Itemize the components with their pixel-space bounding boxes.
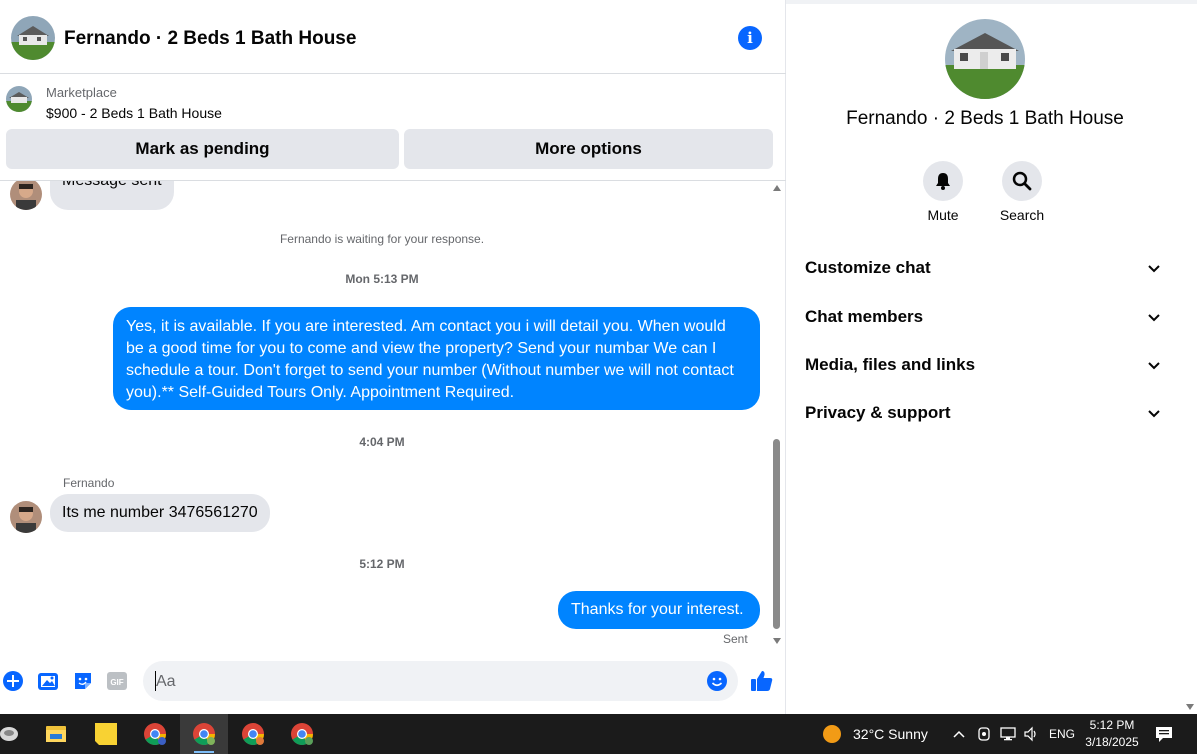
scroll-up-arrow[interactable] bbox=[773, 185, 781, 191]
chrome-icon[interactable] bbox=[229, 714, 277, 754]
photo-icon[interactable] bbox=[37, 670, 59, 692]
message-bubble-incoming[interactable]: Message sent bbox=[50, 181, 174, 210]
message-bubble-incoming[interactable]: Its me number 3476561270 bbox=[50, 494, 270, 532]
chrome-icon[interactable] bbox=[180, 714, 228, 754]
waiting-note: Fernando is waiting for your response. bbox=[279, 232, 485, 246]
emoji-icon[interactable] bbox=[706, 670, 728, 692]
search-label: Search bbox=[999, 207, 1045, 223]
house-avatar-large[interactable] bbox=[945, 19, 1025, 99]
message-text: Its me number 3476561270 bbox=[62, 504, 258, 521]
start-icon[interactable] bbox=[0, 714, 30, 754]
house-avatar[interactable] bbox=[11, 16, 55, 60]
clock-date: 3/18/2025 bbox=[1085, 735, 1139, 749]
chrome-icon[interactable] bbox=[278, 714, 326, 754]
chevron-down-icon bbox=[1148, 265, 1160, 273]
section-media-files-links[interactable]: Media, files and links bbox=[805, 355, 1165, 385]
mute-button[interactable] bbox=[923, 161, 963, 201]
listing-title[interactable]: $900 - 2 Beds 1 Bath House bbox=[46, 105, 222, 121]
message-list: Message sent Fernando is waiting for you… bbox=[0, 181, 770, 648]
message-scrollbar[interactable] bbox=[770, 181, 784, 648]
clock-time: 5:12 PM bbox=[1089, 718, 1135, 732]
message-bubble-outgoing[interactable]: Yes, it is available. If you are interes… bbox=[113, 307, 760, 410]
section-label: Chat members bbox=[805, 307, 924, 326]
svg-text:GIF: GIF bbox=[110, 678, 123, 687]
weather-text[interactable]: 32°C Sunny bbox=[853, 726, 928, 742]
scroll-down-arrow[interactable] bbox=[773, 638, 781, 644]
sender-name: Fernando bbox=[63, 476, 115, 490]
message-text: Thanks for your interest. bbox=[571, 601, 744, 618]
search-icon bbox=[1012, 171, 1032, 191]
chevron-down-icon bbox=[1148, 410, 1160, 418]
sender-avatar[interactable] bbox=[10, 181, 42, 210]
thumbs-up-icon[interactable] bbox=[749, 668, 775, 694]
gif-icon[interactable]: GIF bbox=[106, 670, 128, 692]
chat-title[interactable]: Fernando · 2 Beds 1 Bath House bbox=[64, 28, 356, 50]
composer: GIF Aa bbox=[0, 656, 786, 708]
message-input[interactable]: Aa bbox=[143, 661, 738, 701]
marketplace-label: Marketplace bbox=[46, 85, 117, 100]
marketplace-banner: Marketplace $900 - 2 Beds 1 Bath House M… bbox=[0, 74, 786, 181]
network-icon[interactable] bbox=[1000, 726, 1016, 747]
sent-status: Sent bbox=[723, 632, 748, 646]
timestamp: Mon 5:13 PM bbox=[345, 272, 419, 286]
meet-icon[interactable] bbox=[977, 726, 991, 747]
plus-icon[interactable] bbox=[2, 670, 24, 692]
section-customize-chat[interactable]: Customize chat bbox=[805, 258, 1165, 288]
file-explorer-icon[interactable] bbox=[32, 714, 80, 754]
sticky-notes-icon[interactable] bbox=[82, 714, 130, 754]
volume-icon[interactable] bbox=[1023, 726, 1039, 747]
scroll-thumb[interactable] bbox=[773, 439, 780, 629]
mute-label: Mute bbox=[927, 207, 959, 223]
timestamp: 5:12 PM bbox=[359, 557, 405, 571]
taskbar: 32°C Sunny ENG 5:12 PM 3/18/2025 bbox=[0, 714, 1197, 754]
details-title: Fernando · 2 Beds 1 Bath House bbox=[846, 108, 1124, 129]
section-chat-members[interactable]: Chat members bbox=[805, 307, 1165, 337]
search-button[interactable] bbox=[1002, 161, 1042, 201]
chevron-down-icon bbox=[1148, 362, 1160, 370]
section-label: Media, files and links bbox=[805, 355, 976, 374]
clock[interactable]: 5:12 PM 3/18/2025 bbox=[1079, 717, 1145, 751]
section-label: Customize chat bbox=[805, 258, 931, 277]
timestamp: 4:04 PM bbox=[359, 435, 405, 449]
section-label: Privacy & support bbox=[805, 403, 951, 422]
mark-as-pending-button[interactable]: Mark as pending bbox=[6, 129, 399, 169]
scroll-down-arrow[interactable] bbox=[1186, 704, 1194, 710]
language-indicator[interactable]: ENG bbox=[1049, 727, 1075, 741]
chat-panel: Fernando · 2 Beds 1 Bath House i Marketp… bbox=[0, 0, 786, 714]
screen: Fernando · 2 Beds 1 Bath House i Marketp… bbox=[0, 0, 1197, 754]
sticker-icon[interactable] bbox=[72, 670, 94, 692]
weather-sun-icon[interactable] bbox=[822, 724, 842, 749]
message-text: Message sent bbox=[62, 181, 162, 189]
chat-header: Fernando · 2 Beds 1 Bath House i bbox=[0, 4, 786, 74]
more-options-button[interactable]: More options bbox=[404, 129, 773, 169]
chrome-icon[interactable] bbox=[131, 714, 179, 754]
details-panel: Fernando · 2 Beds 1 Bath House Mute Sear… bbox=[787, 4, 1183, 714]
notification-icon[interactable] bbox=[1155, 725, 1173, 748]
section-privacy-support[interactable]: Privacy & support bbox=[805, 403, 1165, 433]
active-indicator bbox=[194, 751, 214, 753]
message-bubble-outgoing[interactable]: Thanks for your interest. bbox=[558, 591, 760, 629]
listing-thumbnail[interactable] bbox=[6, 86, 32, 112]
sender-avatar[interactable] bbox=[10, 501, 42, 533]
chevron-up-icon[interactable] bbox=[952, 727, 966, 746]
input-placeholder: Aa bbox=[156, 673, 176, 690]
chevron-down-icon bbox=[1148, 314, 1160, 322]
bell-icon bbox=[936, 173, 950, 190]
message-text: Yes, it is available. If you are interes… bbox=[126, 318, 734, 401]
page-scrollbar[interactable] bbox=[1183, 4, 1197, 714]
info-icon[interactable]: i bbox=[738, 26, 762, 50]
